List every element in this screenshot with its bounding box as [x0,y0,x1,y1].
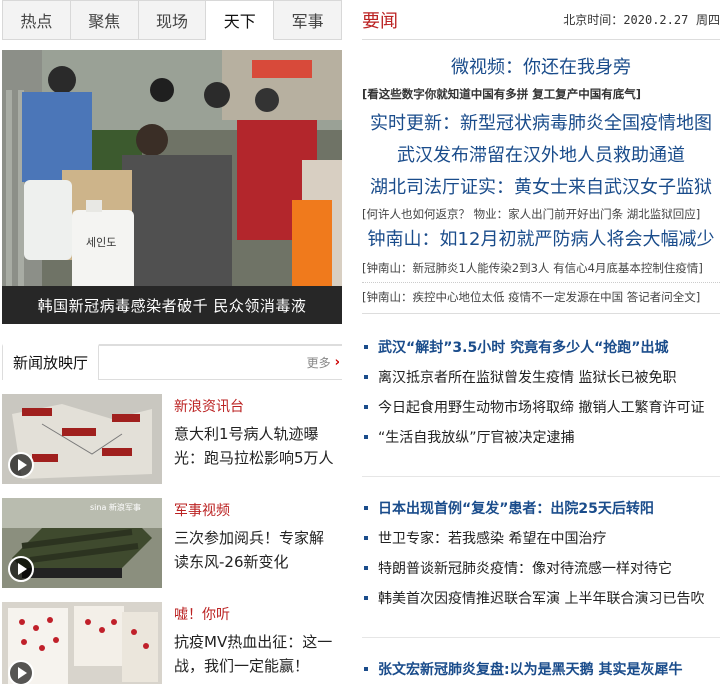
date-value: 2020.2.27 [623,13,689,27]
list-item[interactable]: 特朗普谈新冠肺炎疫情：像对待流感一样对待它 [362,553,720,583]
right-column: 要闻 北京时间：2020.2.27 周四 微视频：你还在我身旁 [看这些数字你就… [362,0,720,684]
headline-link[interactable]: 武汉发布滞留在汉外地人员救助通道 [362,140,720,172]
list-item[interactable]: 张文宏新冠肺炎复盘:以为是黑天鹅 其实是灰犀牛 [362,654,720,684]
video-title[interactable]: 意大利1号病人轨迹曝光：跑马拉松影响5万人 [174,422,334,470]
related-links[interactable]: [钟南山：新冠肺炎1人能传染2到3人 有信心4月底基本控制住疫情] [362,258,720,278]
video-title[interactable]: 抗疫MV热血出征：这一战，我们一定能赢！ [174,630,334,678]
news-list: 武汉“解封”3.5小时 究竟有多少人“抢跑”出城 离汉抵京者所在监狱曾发生疫情 … [362,332,720,452]
bullet-icon [364,435,368,439]
photo-caption: 韩国新冠病毒感染者破千 民众领消毒液 [2,286,342,324]
video-item[interactable]: 新浪资讯台 意大利1号病人轨迹曝光：跑马拉松影响5万人 [2,394,342,484]
list-item[interactable]: 世卫专家：若我感染 希望在中国治疗 [362,523,720,553]
crowd-photo-image: 세인도 [2,50,342,324]
more-link[interactable]: 更多 › [307,354,342,371]
play-icon[interactable] [8,556,34,582]
list-item[interactable]: 离汉抵京者所在监狱曾发生疫情 监狱长已被免职 [362,362,720,392]
bullet-icon [364,536,368,540]
bullet-icon [364,596,368,600]
play-icon[interactable] [8,660,34,684]
video-item[interactable]: 嘘！你听 抗疫MV热血出征：这一战，我们一定能赢！ [2,602,342,684]
list-item[interactable]: 武汉“解封”3.5小时 究竟有多少人“抢跑”出城 [362,332,720,362]
news-list: 日本出现首例“复发”患者：出院25天后转阳 世卫专家：若我感染 希望在中国治疗 … [362,493,720,613]
bullet-icon [364,566,368,570]
video-source: 嘘！你听 [174,607,230,623]
related-links[interactable]: [何许人也如何返京？ 物业：家人出门前开好出门条 湖北监狱回应] [362,204,720,224]
list-item[interactable]: 日本出现首例“复发”患者：出院25天后转阳 [362,493,720,523]
video-thumbnail [2,394,162,484]
video-item[interactable]: sina 新浪军事 军事视频 三次参加阅兵！专家解读东风-26新变化 [2,498,342,588]
bullet-icon [364,405,368,409]
divider [362,476,720,477]
left-column: 热点 聚焦 现场 天下 军事 세인도 韩国新冠病毒感染者破千 民众领消毒液 新闻… [2,0,342,684]
headline-link[interactable]: 实时更新：新型冠状病毒肺炎全国疫情地图 [362,108,720,140]
divider [362,282,720,283]
divider [362,637,720,638]
related-links[interactable]: [钟南山：疾控中心地位太低 疫情不一定发源在中国 答记者问全文] [362,287,720,307]
headline-link[interactable]: 钟南山：如12月初就严防病人将会大幅减少 [362,224,720,256]
tab-scene[interactable]: 现场 [139,1,207,39]
divider [362,313,720,314]
bullet-icon [364,667,368,671]
svg-text:세인도: 세인도 [86,236,116,249]
bullet-icon [364,506,368,510]
news-list: 张文宏新冠肺炎复盘:以为是黑天鹅 其实是灰犀牛 [362,654,720,684]
tab-hot[interactable]: 热点 [3,1,71,39]
tab-focus[interactable]: 聚焦 [71,1,139,39]
headline-link[interactable]: 湖北司法厅证实：黄女士来自武汉女子监狱 [362,172,720,204]
svg-text:sina 新浪军事: sina 新浪军事 [90,502,141,512]
tab-world[interactable]: 天下 [206,1,275,40]
chevron-right-icon: › [334,355,340,370]
list-item[interactable]: 今日起食用野生动物市场将取缔 撤销人工繁育许可证 [362,392,720,422]
news-tabs: 热点 聚焦 现场 天下 军事 [2,0,342,40]
news-section-title: 要闻 [362,10,398,32]
video-source: 新浪资讯台 [174,399,244,415]
video-section-header: 新闻放映厅 更多 › [2,343,342,380]
bullet-icon [364,345,368,349]
beijing-time: 北京时间：2020.2.27 周四 [563,11,720,28]
video-thumbnail [2,602,162,684]
list-item[interactable]: 韩美首次因疫情推迟联合军演 上半年联合演习已告吹 [362,583,720,613]
bullet-icon [364,375,368,379]
video-thumbnail: sina 新浪军事 [2,498,162,588]
video-source: 军事视频 [174,503,230,519]
play-icon[interactable] [8,452,34,478]
date-label: 北京时间： [563,13,624,27]
weekday: 周四 [695,13,720,27]
video-section-title: 新闻放映厅 [2,343,100,380]
headline-link[interactable]: 微视频：你还在我身旁 [362,52,720,84]
tab-military[interactable]: 军事 [274,1,341,39]
news-header: 要闻 北京时间：2020.2.27 周四 [362,0,720,40]
more-label: 更多 [306,356,331,370]
video-title[interactable]: 三次参加阅兵！专家解读东风-26新变化 [174,526,334,574]
related-links[interactable]: [看这些数字你就知道中国有多拼 复工复产中国有底气] [362,84,720,104]
list-item[interactable]: “生活自我放纵”厅官被决定逮捕 [362,422,720,452]
featured-photo[interactable]: 세인도 韩国新冠病毒感染者破千 民众领消毒液 [2,50,342,324]
